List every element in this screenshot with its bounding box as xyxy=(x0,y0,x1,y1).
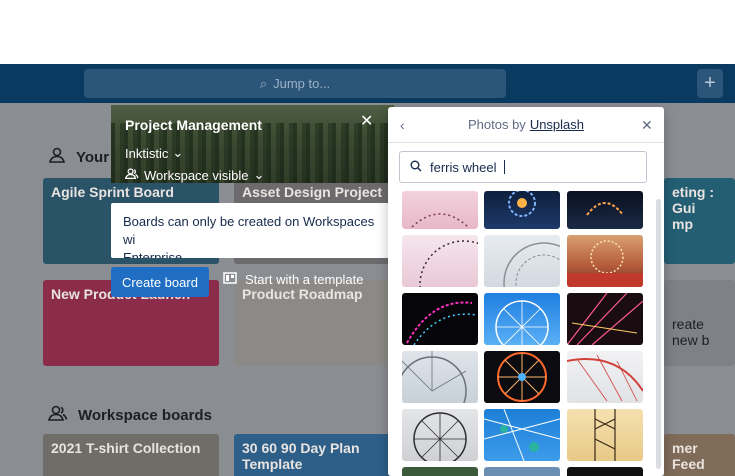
photo-thumbnail[interactable] xyxy=(402,191,478,229)
create-board-popover: Project Management ✕ Inktistic ⌄ Workspa… xyxy=(111,105,394,300)
photo-thumbnail[interactable] xyxy=(484,293,560,345)
photo-thumbnail[interactable] xyxy=(567,409,643,461)
photo-thumbnail[interactable] xyxy=(484,467,560,476)
your-boards-heading: Your xyxy=(48,146,109,168)
workspace-selector[interactable]: Inktistic ⌄ xyxy=(125,145,183,161)
workspace-boards-heading: Workspace boards xyxy=(47,404,212,426)
search-icon xyxy=(410,160,422,175)
photo-thumbnail[interactable] xyxy=(402,293,478,345)
photos-popover: Photos by Unsplash ‹ ✕ ferris wheel xyxy=(388,107,664,476)
search-icon: ⌕ xyxy=(259,75,268,91)
people-icon xyxy=(124,167,139,183)
photo-thumbnail[interactable] xyxy=(567,191,643,229)
app-area: ⌕ Jump to... + Your Agile Sprint Board A… xyxy=(0,64,735,476)
screen: ⌕ Jump to... + Your Agile Sprint Board A… xyxy=(0,0,735,476)
create-new-board-tile[interactable]: reate new b xyxy=(664,280,735,366)
photo-search-input[interactable]: ferris wheel xyxy=(399,151,647,183)
jump-to-search[interactable]: ⌕ Jump to... xyxy=(84,69,506,98)
photos-scrollbar[interactable] xyxy=(656,199,661,469)
create-board-button[interactable]: Create board xyxy=(111,267,209,297)
photo-thumbnail[interactable] xyxy=(484,191,560,229)
photo-thumbnail[interactable] xyxy=(484,235,560,287)
board-tile-meeting[interactable]: eting : Gui mp xyxy=(664,178,735,264)
top-strip xyxy=(0,0,735,64)
board-tile-30-60-90-plan[interactable]: 30 60 90 Day Plan Template xyxy=(234,434,394,476)
photo-thumbnail[interactable] xyxy=(567,351,643,403)
search-placeholder: Jump to... xyxy=(273,76,331,91)
unsplash-link[interactable]: Unsplash xyxy=(530,117,584,132)
chevron-down-icon: ⌄ xyxy=(253,167,265,182)
start-with-template-button[interactable]: Start with a template xyxy=(223,271,364,288)
board-tile-feedback[interactable]: mer Feed am xyxy=(664,434,735,476)
create-plus-button[interactable]: + xyxy=(697,69,723,98)
chevron-down-icon: ⌄ xyxy=(172,145,184,160)
photo-thumbnail[interactable] xyxy=(484,409,560,461)
photo-thumbnail[interactable] xyxy=(567,467,643,476)
person-icon xyxy=(48,146,66,168)
photo-thumbnail[interactable] xyxy=(402,409,478,461)
board-tile-tshirt-collection[interactable]: 2021 T-shirt Collection xyxy=(43,434,219,476)
close-icon[interactable]: ✕ xyxy=(641,117,653,134)
back-chevron-icon[interactable]: ‹ xyxy=(400,117,405,133)
photo-thumbnail[interactable] xyxy=(402,467,478,476)
photos-header: Photos by Unsplash xyxy=(388,107,664,143)
board-title: Project Management xyxy=(125,117,262,133)
close-icon[interactable]: ✕ xyxy=(360,111,373,131)
photo-thumbnail[interactable] xyxy=(484,351,560,403)
enterprise-warning: Boards can only be created on Workspaces… xyxy=(111,203,394,258)
photo-thumbnail[interactable] xyxy=(402,235,478,287)
people-icon xyxy=(47,404,68,426)
board-background-preview: Project Management ✕ Inktistic ⌄ Workspa… xyxy=(111,105,394,183)
photo-thumbnail[interactable] xyxy=(567,293,643,345)
photo-thumbnail[interactable] xyxy=(402,351,478,403)
visibility-selector[interactable]: Workspace visible ⌄ xyxy=(124,167,265,183)
template-icon xyxy=(223,271,237,288)
photo-thumbnail[interactable] xyxy=(567,235,643,287)
top-navigation-bar: ⌕ Jump to... + xyxy=(0,64,735,103)
text-cursor xyxy=(504,160,506,174)
